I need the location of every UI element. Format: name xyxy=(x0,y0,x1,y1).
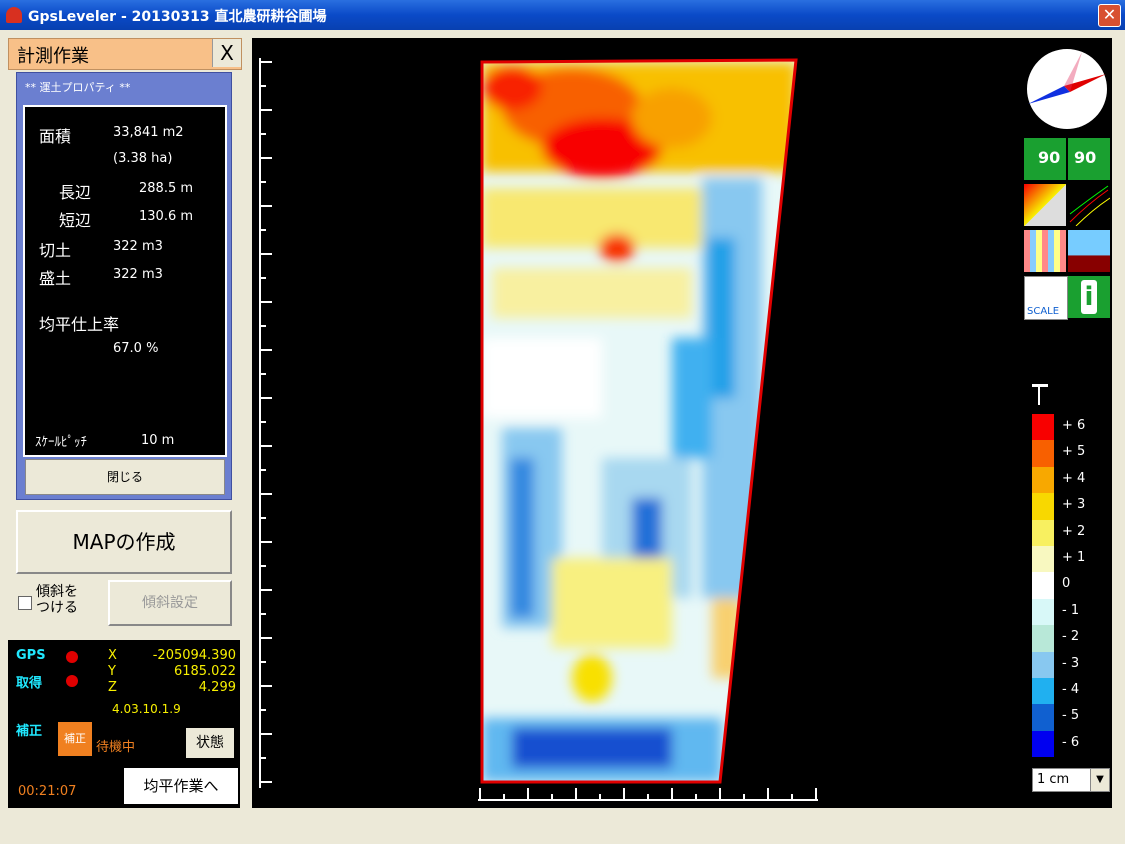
short-side-label: 短辺 xyxy=(59,211,92,230)
info-icon: i xyxy=(1081,280,1097,314)
legend-unit-value: 1 cm xyxy=(1037,772,1070,787)
gps-indicator-icon xyxy=(66,651,78,663)
chevron-down-icon[interactable]: ▼ xyxy=(1090,769,1109,791)
terrain-profile-icon[interactable] xyxy=(1068,230,1110,272)
legend-unit-select[interactable]: 1 cm ▼ xyxy=(1032,768,1110,792)
slope-setting-button[interactable]: 傾斜設定 xyxy=(108,580,232,626)
legend-label: + 1 xyxy=(1062,550,1086,565)
window-close-button[interactable]: ✕ xyxy=(1098,4,1121,27)
panel-title: 計測作業 xyxy=(17,46,89,67)
scale-pitch-label: ｽｹｰﾙﾋﾟｯﾁ xyxy=(35,435,87,450)
info-button[interactable]: i xyxy=(1068,276,1110,318)
title-bar: GpsLeveler - 20130313 直北農研耕谷圃場 ✕ xyxy=(0,0,1125,30)
legend-swatch xyxy=(1032,545,1054,573)
legend-label: - 5 xyxy=(1062,708,1080,724)
legend-swatch xyxy=(1032,625,1054,652)
y-label: Y xyxy=(108,664,116,679)
slope-checkbox[interactable] xyxy=(18,596,32,610)
legend-label: + 2 xyxy=(1062,523,1086,539)
legend-label: + 3 xyxy=(1062,497,1086,513)
measurement-panel-header: 計測作業 X xyxy=(8,38,242,70)
rotate-left-label: 90 xyxy=(1038,148,1061,167)
legend-swatch xyxy=(1032,493,1054,520)
z-label: Z xyxy=(108,680,117,695)
elevation-map-view[interactable] xyxy=(252,38,1112,808)
make-map-button[interactable]: MAPの作成 xyxy=(16,510,232,574)
rotate-right-label: 90 xyxy=(1074,148,1097,167)
legend-label: + 4 xyxy=(1062,470,1086,486)
legend-label: - 1 xyxy=(1062,602,1080,618)
legend-label: - 6 xyxy=(1062,734,1080,750)
long-side-label: 長辺 xyxy=(59,183,92,202)
acquisition-indicator-icon xyxy=(66,675,78,687)
scale-label: SCALE xyxy=(1027,306,1060,317)
legend-swatch xyxy=(1032,466,1054,494)
legend-label: 0 xyxy=(1062,576,1071,592)
legend-swatch xyxy=(1032,519,1054,546)
version-text: 4.03.10.1.9 xyxy=(112,702,181,716)
horizontal-ruler xyxy=(478,788,818,801)
contour-mode-icon[interactable] xyxy=(1068,184,1111,227)
y-value: 6185.022 xyxy=(173,664,236,679)
legend-swatch xyxy=(1032,572,1054,599)
legend-swatch xyxy=(1032,414,1054,441)
correction-status: 待機中 xyxy=(96,740,136,755)
z-value: 4.299 xyxy=(198,680,236,695)
legend-swatch xyxy=(1032,677,1054,705)
properties-close-button[interactable]: 閉じる xyxy=(25,459,225,495)
elevation-map-canvas[interactable] xyxy=(252,38,1112,808)
field-heatmap xyxy=(482,60,796,782)
legend-swatch xyxy=(1032,704,1054,731)
legend-label: - 4 xyxy=(1062,682,1080,697)
window-title: GpsLeveler - 20130313 直北農研耕谷圃場 xyxy=(28,9,327,25)
elapsed-time: 00:21:07 xyxy=(18,784,77,799)
panel-close-button[interactable]: X xyxy=(212,39,241,67)
acquisition-label: 取得 xyxy=(16,676,43,691)
elevation-legend xyxy=(1032,414,1054,758)
x-label: X xyxy=(108,648,117,663)
rotate-left-button[interactable]: 90 xyxy=(1024,138,1066,180)
leveling-work-button[interactable]: 均平作業へ xyxy=(124,768,238,804)
properties-panel: 面積 33,841 m2 (3.38 ha) 長辺 288.5 m 短辺 130… xyxy=(23,105,227,457)
legend-swatch xyxy=(1032,651,1054,678)
cut-value: 322 m3 xyxy=(113,239,163,254)
scale-pitch-value: 10 m xyxy=(141,433,175,448)
legend-swatch xyxy=(1032,730,1054,758)
legend-label: + 5 xyxy=(1062,444,1086,460)
long-side-value: 288.5 m xyxy=(139,181,194,196)
heatmap-mode-icon[interactable] xyxy=(1024,184,1066,226)
cut-label: 切土 xyxy=(39,241,72,260)
fill-label: 盛土 xyxy=(39,269,72,288)
correction-badge: 補正 xyxy=(58,722,92,756)
finish-rate-label: 均平仕上率 xyxy=(39,315,120,334)
app-icon xyxy=(6,7,22,23)
grid-data-icon[interactable] xyxy=(1024,230,1066,272)
vertical-ruler xyxy=(259,58,272,788)
state-button[interactable]: 状態 xyxy=(186,728,234,758)
legend-label: + 6 xyxy=(1062,418,1086,433)
fill-value: 322 m3 xyxy=(113,267,163,282)
area-m2: 33,841 m2 xyxy=(113,125,184,140)
gps-label: GPS xyxy=(16,648,46,663)
legend-label: - 3 xyxy=(1062,655,1080,671)
gps-status-panel: GPS 取得 X Y Z -205094.390 6185.022 4.299 … xyxy=(8,640,240,808)
short-side-value: 130.6 m xyxy=(139,209,194,224)
correction-label: 補正 xyxy=(16,724,43,739)
earthwork-properties-window: ** 運土プロパティ ** 面積 33,841 m2 (3.38 ha) 長辺 … xyxy=(16,72,232,500)
rotate-right-button[interactable]: 90 xyxy=(1068,138,1110,180)
scale-button[interactable]: SCALE xyxy=(1024,276,1068,320)
area-ha: (3.38 ha) xyxy=(113,151,173,166)
x-value: -205094.390 xyxy=(152,648,236,663)
compass-icon[interactable] xyxy=(1024,46,1110,132)
properties-caption: ** 運土プロパティ ** xyxy=(25,81,131,94)
finish-rate-value: 67.0 % xyxy=(113,341,159,356)
legend-swatch xyxy=(1032,440,1054,467)
legend-label: - 2 xyxy=(1062,629,1080,645)
area-label: 面積 xyxy=(39,127,72,146)
legend-marker-icon xyxy=(1032,384,1048,409)
legend-swatch xyxy=(1032,598,1054,626)
slope-checkbox-label: 傾斜を つける xyxy=(36,584,78,616)
